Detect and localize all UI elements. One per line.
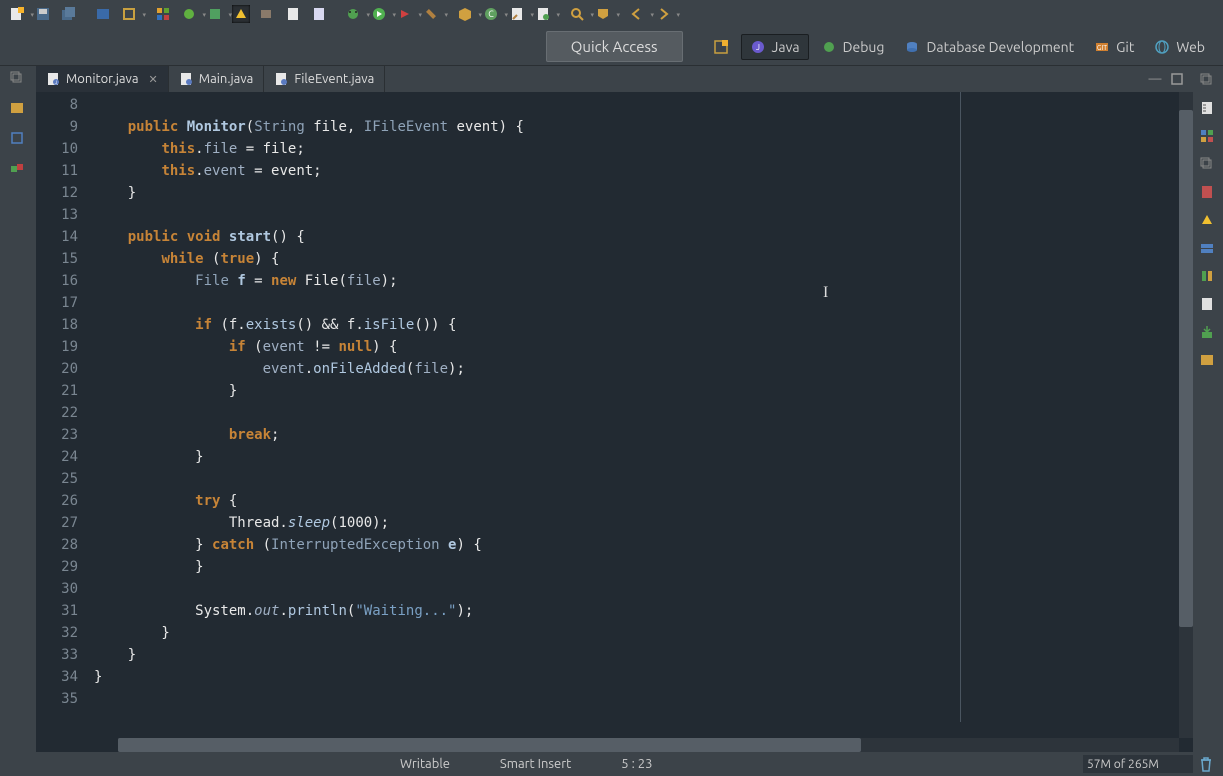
- close-icon[interactable]: ✕: [149, 73, 158, 86]
- servers-icon[interactable]: [1199, 240, 1217, 258]
- open-task-icon[interactable]: [534, 5, 552, 23]
- maximize-icon[interactable]: [1169, 72, 1185, 86]
- main-area: J Monitor.java ✕ Main.java FileEvent.jav…: [0, 66, 1223, 752]
- properties-icon[interactable]: [1199, 212, 1217, 230]
- perspective-label: Git: [1116, 39, 1134, 55]
- main-toolbar: C: [0, 0, 1223, 28]
- new-class-icon[interactable]: C: [482, 5, 500, 23]
- editor-tab[interactable]: J Monitor.java ✕: [36, 66, 169, 92]
- vertical-scrollbar[interactable]: [1179, 92, 1193, 738]
- new-page-icon[interactable]: [284, 5, 302, 23]
- new-example-icon[interactable]: [310, 5, 328, 23]
- editor-body[interactable]: 8910111213141516171819202122232425262728…: [36, 92, 1193, 752]
- tab-label: FileEvent.java: [294, 72, 374, 86]
- open-perspective-button[interactable]: [705, 35, 737, 59]
- back-icon[interactable]: [628, 5, 646, 23]
- task-list-icon[interactable]: [1199, 100, 1217, 118]
- debug-config-icon[interactable]: [180, 5, 198, 23]
- insert-mode-status: Smart Insert: [500, 757, 571, 771]
- tab-label: Main.java: [199, 72, 254, 86]
- code-area[interactable]: public Monitor(String file, IFileEvent e…: [84, 92, 1193, 752]
- navigator-icon[interactable]: [9, 130, 27, 148]
- junit-icon[interactable]: [9, 160, 27, 178]
- debug-icon[interactable]: [344, 5, 362, 23]
- java-file-icon: [179, 72, 193, 86]
- markers-icon[interactable]: [1199, 184, 1217, 202]
- perspective-label: Database Development: [926, 39, 1074, 55]
- status-bar: Writable Smart Insert 5 : 23 57M of 265M: [0, 752, 1223, 776]
- left-view-stack: [0, 66, 36, 752]
- text-cursor-icon: I: [823, 284, 828, 302]
- java-file-icon: J: [46, 72, 60, 86]
- new-server-icon[interactable]: [258, 5, 276, 23]
- print-margin: [960, 92, 961, 722]
- svg-text:GIT: GIT: [1097, 44, 1107, 52]
- perspective-database[interactable]: Database Development: [896, 35, 1082, 59]
- line-number-gutter: 8910111213141516171819202122232425262728…: [36, 92, 84, 752]
- data-source-icon[interactable]: [1199, 268, 1217, 286]
- gc-icon[interactable]: [1199, 756, 1215, 772]
- forward-icon[interactable]: [654, 5, 672, 23]
- annotation-icon[interactable]: [594, 5, 612, 23]
- heap-bar: 57M of 265M: [1083, 755, 1193, 773]
- run-icon[interactable]: [370, 5, 388, 23]
- quick-access-input[interactable]: Quick Access: [546, 31, 683, 62]
- editor-tab-strip: J Monitor.java ✕ Main.java FileEvent.jav…: [36, 66, 1193, 92]
- perspective-icon[interactable]: [120, 5, 138, 23]
- new-icon[interactable]: [8, 5, 26, 23]
- right-view-stack: [1193, 66, 1223, 752]
- import-icon[interactable]: [1199, 324, 1217, 342]
- perspective-bar: Quick Access J Java Debug Database Devel…: [0, 28, 1223, 66]
- writable-status: Writable: [400, 757, 450, 771]
- switch-editor-icon[interactable]: [94, 5, 112, 23]
- perspective-git[interactable]: GIT Git: [1086, 35, 1142, 59]
- perspective-label: Web: [1176, 39, 1205, 55]
- coverage-icon[interactable]: [206, 5, 224, 23]
- save-icon[interactable]: [34, 5, 52, 23]
- overview-ruler[interactable]: [1165, 92, 1179, 738]
- new-package-icon[interactable]: [456, 5, 474, 23]
- heap-status[interactable]: 57M of 265M: [1083, 755, 1223, 773]
- perspective-debug[interactable]: Debug: [813, 35, 893, 59]
- open-type-icon[interactable]: [508, 5, 526, 23]
- minimize-icon[interactable]: —: [1147, 72, 1163, 86]
- save-all-icon[interactable]: [60, 5, 78, 23]
- java-file-icon: [274, 72, 288, 86]
- restore-icon[interactable]: [1199, 72, 1217, 90]
- run-last-icon[interactable]: [396, 5, 414, 23]
- snippets-icon[interactable]: [1199, 296, 1217, 314]
- build-icon[interactable]: [232, 5, 250, 23]
- wizard-icon[interactable]: [154, 5, 172, 23]
- outline-icon[interactable]: [1199, 128, 1217, 146]
- perspective-web[interactable]: Web: [1146, 35, 1213, 59]
- editor-tab[interactable]: FileEvent.java: [264, 66, 385, 92]
- tab-label: Monitor.java: [66, 72, 139, 86]
- editor-tab[interactable]: Main.java: [169, 66, 265, 92]
- tab-controls: —: [1147, 66, 1193, 92]
- horizontal-scrollbar[interactable]: [118, 738, 1179, 752]
- editor-container: J Monitor.java ✕ Main.java FileEvent.jav…: [36, 66, 1193, 752]
- svg-text:C: C: [488, 9, 494, 19]
- perspective-label: Java: [772, 39, 800, 55]
- perspective-label: Debug: [843, 39, 885, 55]
- svg-text:J: J: [756, 43, 760, 52]
- package-explorer-icon[interactable]: [9, 100, 27, 118]
- console-icon[interactable]: [1199, 352, 1217, 370]
- perspective-java[interactable]: J Java: [741, 34, 809, 60]
- restore-icon[interactable]: [9, 70, 27, 88]
- search-icon[interactable]: [568, 5, 586, 23]
- restore-icon-2[interactable]: [1199, 156, 1217, 174]
- cursor-position: 5 : 23: [621, 757, 652, 771]
- ext-tools-icon[interactable]: [422, 5, 440, 23]
